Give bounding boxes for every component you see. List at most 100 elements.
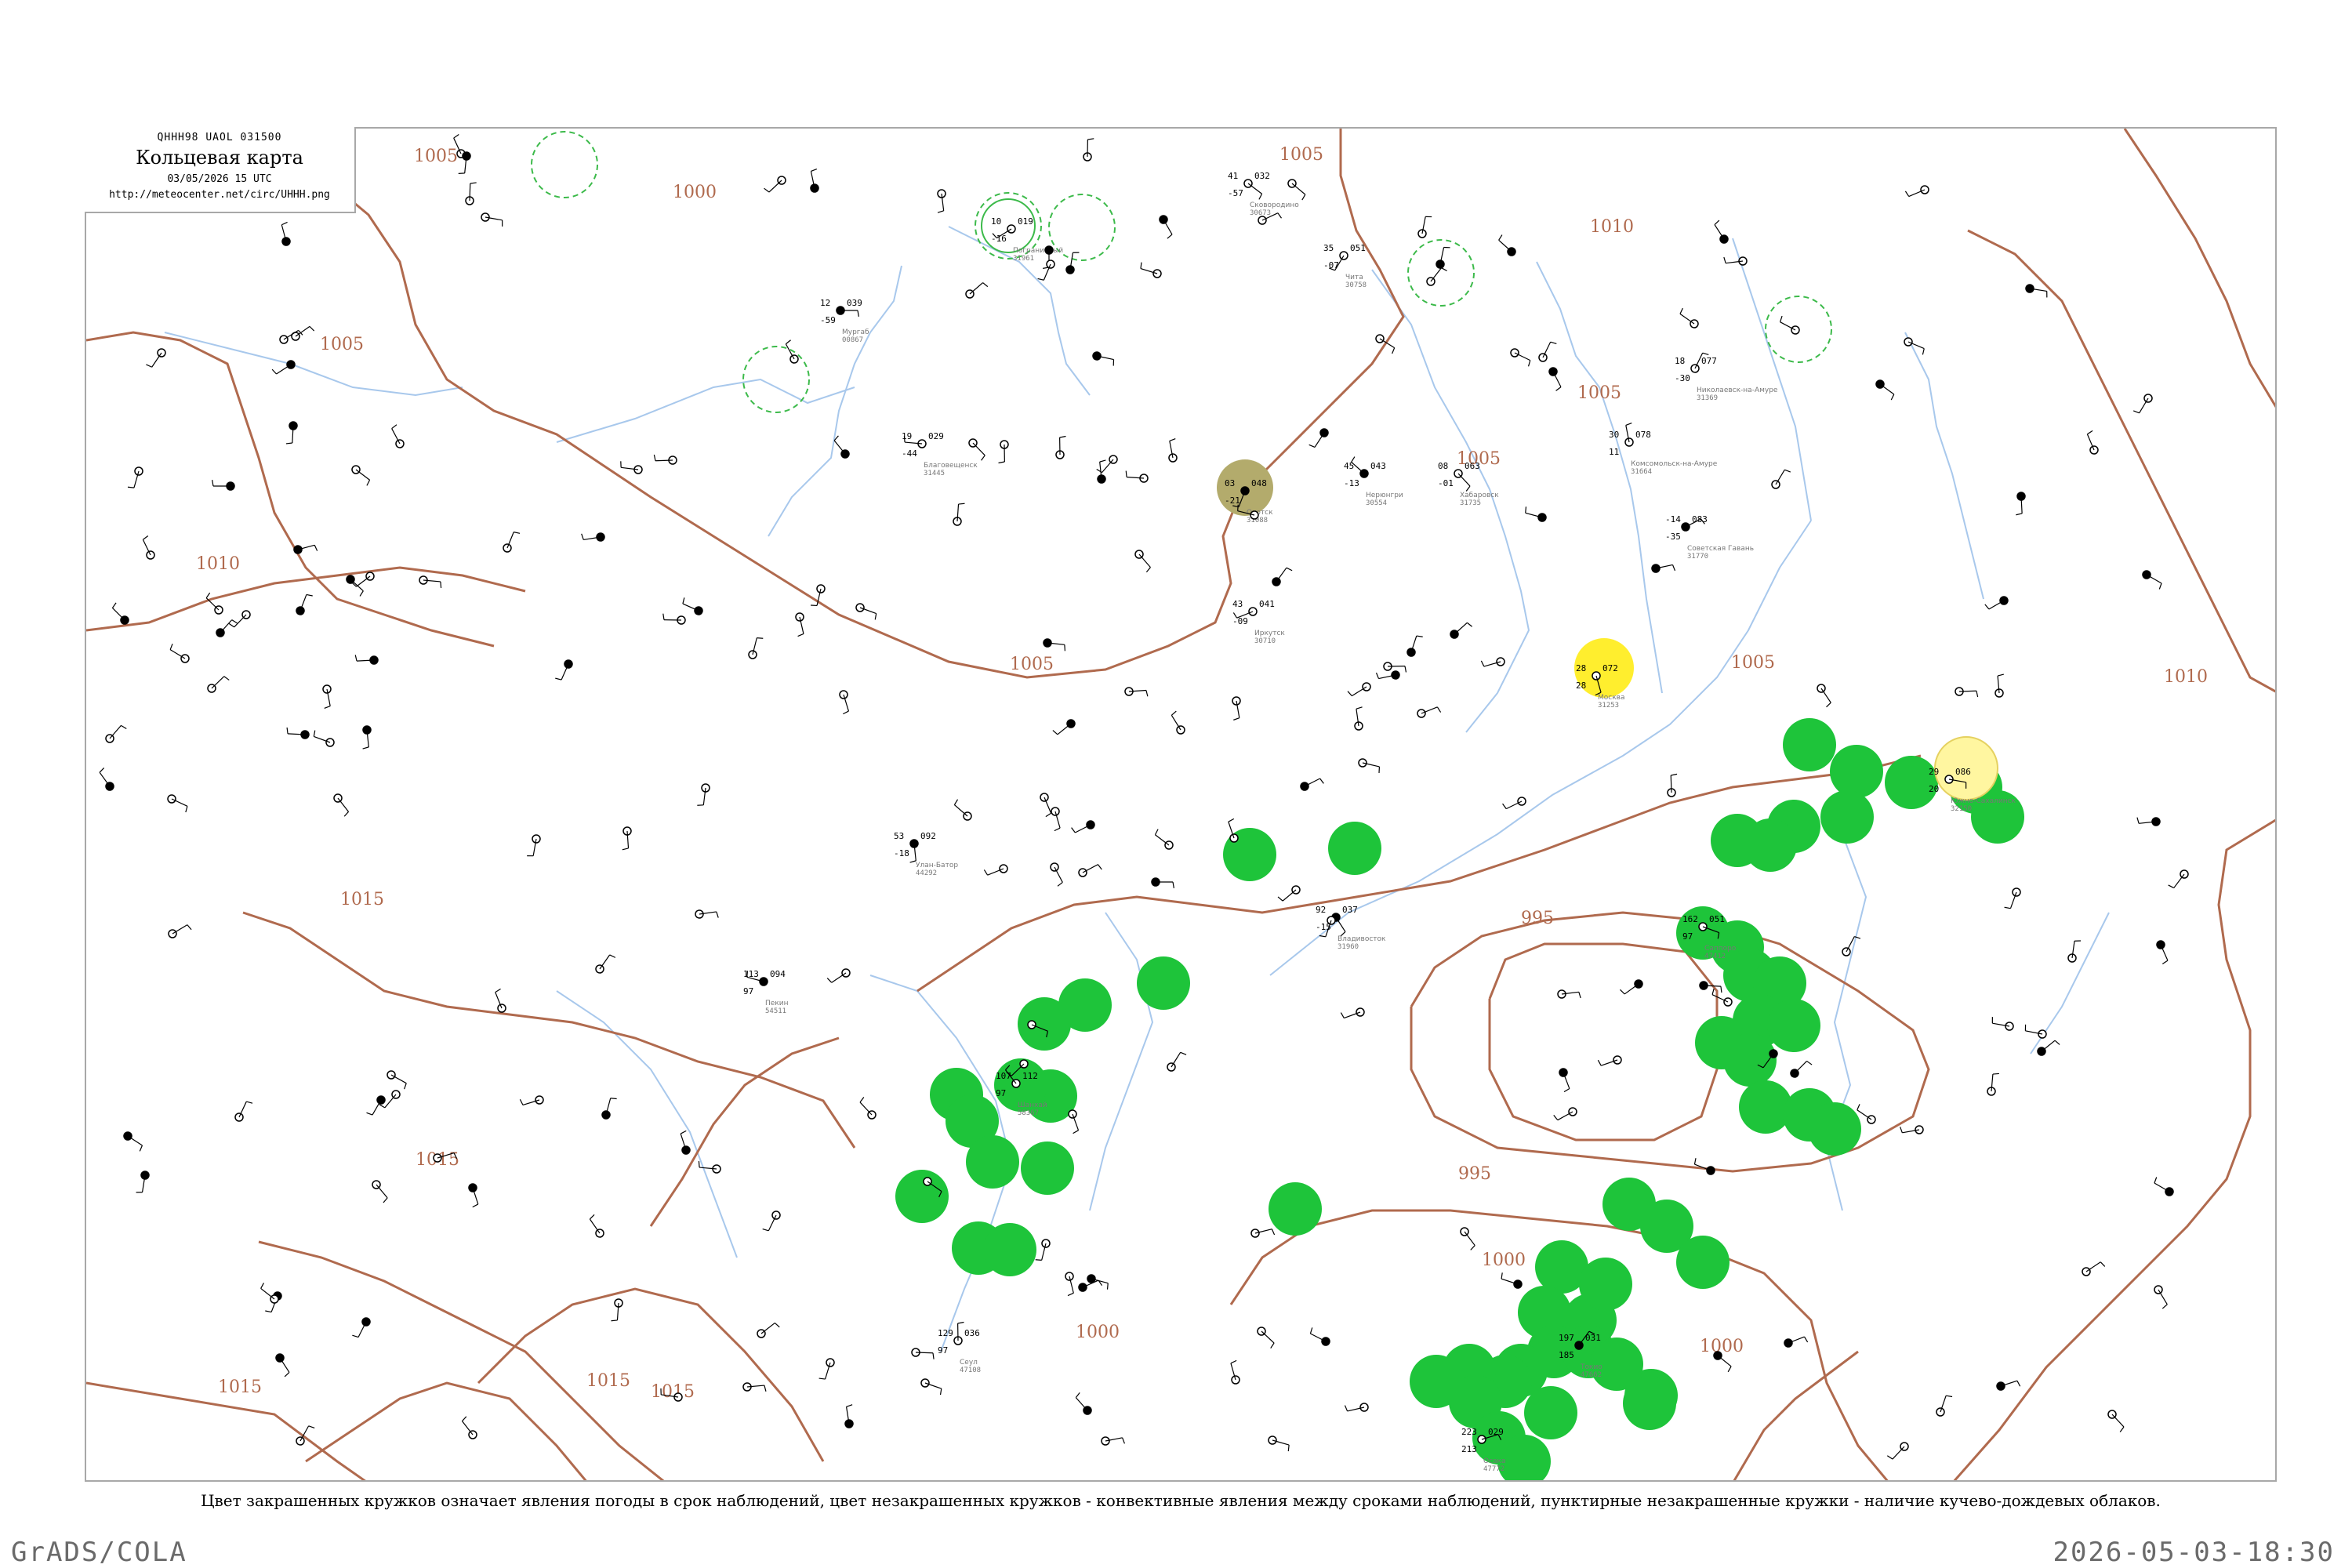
station-plot bbox=[1354, 706, 1363, 731]
wind-barb bbox=[1904, 191, 1910, 197]
wind-staff bbox=[768, 180, 782, 193]
station-id: 30673 bbox=[1250, 209, 1271, 217]
station-plot bbox=[468, 1183, 479, 1208]
wind-barb bbox=[1922, 348, 1925, 355]
wind-staff bbox=[390, 1074, 407, 1084]
map-frame[interactable]: 1005 1000 1005 1005 1005 1005 1010 1005 1005 1010… bbox=[85, 127, 2277, 1482]
wind-barb bbox=[1890, 394, 1895, 401]
rain-circle bbox=[1524, 1386, 1577, 1439]
station-plot: -14 083 -35 Советская Гавань31770 bbox=[1665, 514, 1754, 561]
station-plot bbox=[136, 1171, 150, 1193]
wind-barb bbox=[143, 535, 149, 540]
wind-staff bbox=[2158, 1289, 2168, 1305]
station-plot bbox=[111, 602, 129, 625]
wind-barb bbox=[1714, 220, 1720, 225]
wind-barb bbox=[472, 1203, 479, 1208]
wind-staff bbox=[655, 459, 673, 462]
station-plot bbox=[1771, 469, 1791, 489]
wind-barb bbox=[1125, 470, 1127, 477]
station-id: 32150 bbox=[1951, 805, 1972, 813]
station-plot: 35 051 -07 Чита30758 bbox=[1323, 243, 1367, 289]
station-plot bbox=[1268, 1436, 1290, 1452]
wind-barb bbox=[716, 911, 719, 918]
wind-barb bbox=[982, 282, 989, 288]
station-plot bbox=[1051, 807, 1061, 832]
wind-staff bbox=[1138, 554, 1151, 568]
isobar-7 bbox=[477, 1287, 825, 1462]
station-plot bbox=[1040, 793, 1052, 818]
wind-barb bbox=[1154, 829, 1159, 836]
station-name: Москва bbox=[1598, 694, 1624, 702]
station-plot: 41 032 -57 Сковородино30673 bbox=[1228, 171, 1299, 217]
station-plot bbox=[1087, 1274, 1109, 1290]
station-plot bbox=[1900, 1125, 1924, 1134]
wind-barb bbox=[1711, 988, 1715, 995]
wind-barb bbox=[1122, 1437, 1125, 1444]
wind-staff bbox=[1820, 688, 1831, 703]
wind-staff bbox=[1247, 183, 1262, 194]
wind-barb bbox=[1308, 444, 1316, 448]
station-plot bbox=[1498, 234, 1516, 256]
render-timestamp: 2026-05-03-18:30 bbox=[2053, 1537, 2335, 1568]
wind-barb bbox=[2054, 1040, 2060, 1045]
map-url[interactable]: http://meteocenter.net/circ/UHHH.png bbox=[85, 189, 354, 201]
station-name: Сеул bbox=[960, 1359, 978, 1367]
weather-circles-layer bbox=[531, 131, 2024, 1480]
wind-barb bbox=[2168, 884, 2175, 889]
wind-barb bbox=[1071, 827, 1076, 833]
station-plot bbox=[146, 348, 166, 368]
station-temperature: 53 bbox=[894, 831, 904, 841]
station-dewpoint: 213 bbox=[1461, 1444, 1477, 1454]
wind-barb bbox=[286, 727, 289, 734]
river-7 bbox=[1904, 332, 1984, 600]
wind-barb bbox=[611, 1319, 618, 1322]
station-plot bbox=[207, 676, 230, 693]
station-plot bbox=[167, 794, 188, 813]
wind-barb bbox=[2016, 513, 2023, 516]
station-plot bbox=[1055, 435, 1066, 459]
wind-barb bbox=[818, 1377, 826, 1380]
wind-barb bbox=[281, 221, 288, 226]
wind-barb bbox=[306, 593, 313, 597]
rain-circle bbox=[1410, 1355, 1463, 1408]
station-plot bbox=[1436, 246, 1450, 269]
station-dewpoint: -44 bbox=[902, 448, 917, 459]
wind-staff bbox=[1102, 459, 1114, 473]
station-plot bbox=[1955, 687, 1979, 698]
wind-barb bbox=[127, 486, 135, 488]
station-plot bbox=[527, 834, 541, 857]
station-temperature: 107 bbox=[996, 1071, 1011, 1081]
wind-staff bbox=[1163, 219, 1173, 235]
wind-barb bbox=[271, 368, 277, 375]
wind-barb bbox=[1270, 1342, 1275, 1349]
wind-barb bbox=[932, 1352, 935, 1359]
wind-barb bbox=[495, 988, 501, 993]
station-plot bbox=[105, 724, 127, 743]
rain-circle bbox=[1018, 997, 1071, 1051]
wind-barb bbox=[324, 706, 331, 709]
wind-barb bbox=[953, 799, 959, 805]
station-plot bbox=[1277, 885, 1301, 902]
station-plot bbox=[833, 435, 850, 459]
isobar-11 bbox=[1488, 942, 1719, 1142]
wind-barb bbox=[1550, 341, 1557, 345]
wind-barb bbox=[1301, 194, 1306, 201]
wind-barb bbox=[662, 613, 665, 620]
station-id: 00867 bbox=[842, 336, 863, 344]
wind-staff bbox=[1352, 686, 1367, 697]
station-plot bbox=[2024, 1024, 2047, 1039]
wind-barb bbox=[1679, 307, 1683, 314]
isobar-label: 1010 bbox=[1590, 217, 1634, 237]
rain-circle bbox=[1830, 745, 1883, 798]
station-plot bbox=[461, 1416, 477, 1439]
wind-barb bbox=[2100, 1261, 2106, 1267]
synoptic-map[interactable]: 10051000100510051005100510101005 10051010… bbox=[86, 129, 2277, 1482]
wind-staff bbox=[1794, 1061, 1807, 1074]
wind-barb bbox=[379, 1104, 386, 1109]
station-dewpoint: 28 bbox=[1576, 681, 1586, 691]
wind-barb bbox=[1527, 360, 1531, 367]
wind-staff bbox=[969, 282, 983, 295]
wind-barb bbox=[2004, 906, 2011, 909]
station-plot bbox=[810, 168, 819, 193]
station-temperature: 45 bbox=[1344, 461, 1354, 471]
